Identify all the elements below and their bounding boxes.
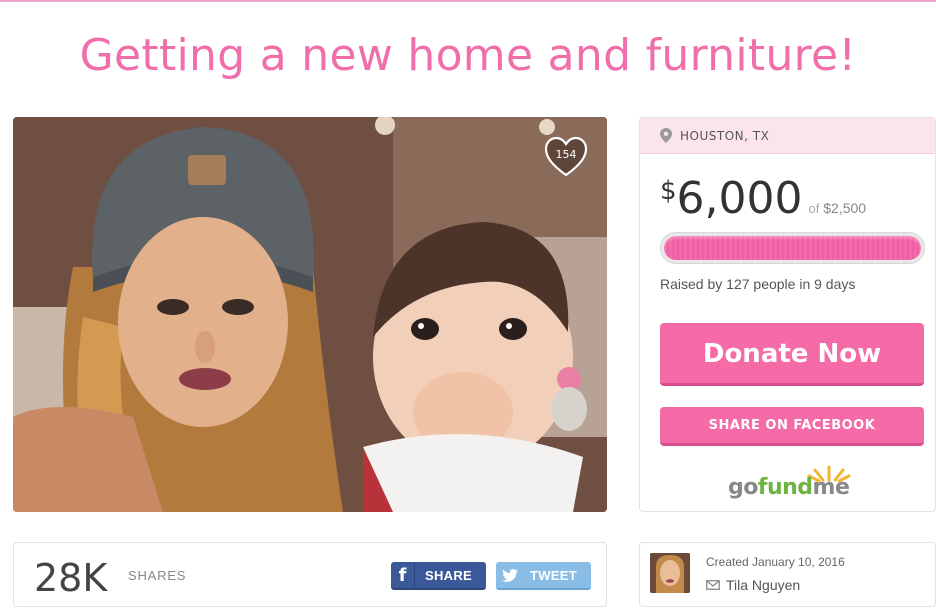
goal-amount: $2,500 xyxy=(823,200,867,216)
gofundme-logo[interactable]: gofundme xyxy=(728,463,858,503)
logo-go: go xyxy=(728,475,758,500)
envelope-icon xyxy=(706,580,720,590)
raised-middle: people in xyxy=(749,276,815,292)
currency-symbol: $ xyxy=(660,176,677,206)
shares-label: SHARES xyxy=(128,568,187,583)
facebook-share-label: SHARE xyxy=(425,567,473,583)
location-bar: HOUSTON, TX xyxy=(640,118,935,154)
goal-prefix: of xyxy=(808,201,820,216)
gofundme-wordmark: gofundme xyxy=(728,475,850,500)
facebook-icon: f xyxy=(391,562,415,588)
progress-bar xyxy=(660,232,925,264)
share-on-facebook-button[interactable]: SHARE ON FACEBOOK xyxy=(660,407,924,446)
raised-summary: Raised by 127 people in 9 days xyxy=(660,276,855,292)
heart-count: 154 xyxy=(555,148,577,161)
tweet-label: TWEET xyxy=(530,567,577,583)
amount-row: $ 6,000 of $2,500 xyxy=(660,173,866,224)
logo-me: me xyxy=(812,475,850,500)
raised-suffix: days xyxy=(821,276,856,292)
people-count: 127 xyxy=(726,276,750,292)
logo-fund: fund xyxy=(757,475,813,500)
organizer-avatar[interactable] xyxy=(650,553,690,593)
tweet-button[interactable]: TWEET xyxy=(496,562,591,590)
location-text: HOUSTON, TX xyxy=(680,128,770,143)
facebook-share-button[interactable]: f SHARE xyxy=(391,562,486,590)
raised-prefix: Raised by xyxy=(660,276,727,292)
campaign-photo[interactable] xyxy=(13,117,607,512)
donate-now-button[interactable]: Donate Now xyxy=(660,323,924,386)
photo-illustration xyxy=(13,117,607,512)
twitter-bird-icon xyxy=(496,568,524,582)
organizer-contact[interactable]: Tila Nguyen xyxy=(706,577,800,593)
progress-fill xyxy=(664,236,921,260)
top-border xyxy=(0,0,936,2)
map-pin-icon xyxy=(660,128,672,143)
raised-amount: 6,000 xyxy=(676,173,803,224)
created-date: Created January 10, 2016 xyxy=(706,555,845,569)
donation-panel: HOUSTON, TX $ 6,000 of $2,500 Raised by … xyxy=(639,117,936,512)
goal-text: of $2,500 xyxy=(809,200,867,216)
organizer-box: Created January 10, 2016 Tila Nguyen xyxy=(639,542,936,607)
organizer-name: Tila Nguyen xyxy=(726,577,801,593)
like-heart-button[interactable]: 154 xyxy=(544,136,588,178)
days-count: 9 xyxy=(814,276,822,292)
campaign-title: Getting a new home and furniture! xyxy=(79,30,857,81)
shares-bar: 28K SHARES f SHARE TWEET xyxy=(13,542,607,607)
shares-count: 28K xyxy=(34,556,108,600)
